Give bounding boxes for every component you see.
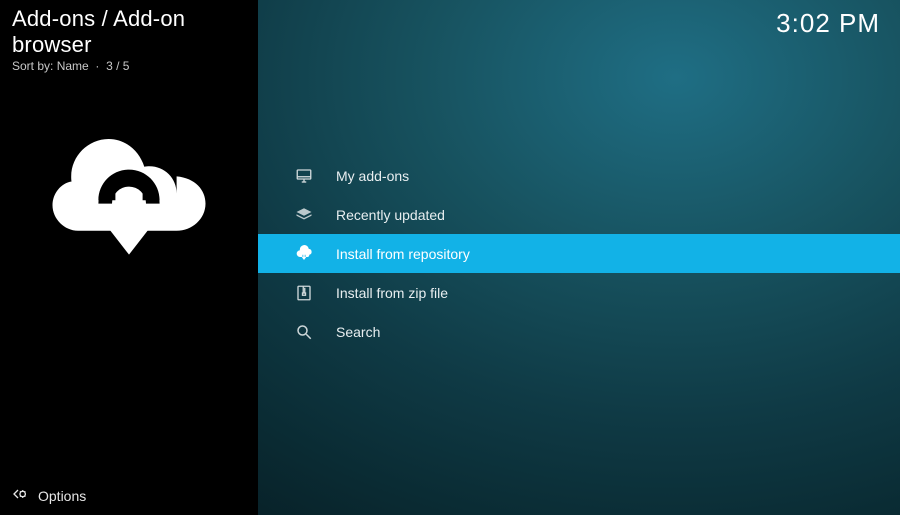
list-position: 3 / 5 xyxy=(106,59,129,73)
breadcrumb: Add-ons / Add-on browser xyxy=(0,0,258,58)
sidebar: Add-ons / Add-on browser Sort by: Name ·… xyxy=(0,0,258,515)
cloud-download-icon xyxy=(44,262,214,279)
menu-item-install-from-zip[interactable]: Install from zip file xyxy=(258,273,900,312)
search-icon xyxy=(294,322,314,342)
menu-item-label: Install from zip file xyxy=(336,285,448,301)
options-icon xyxy=(12,486,28,505)
menu-item-label: Search xyxy=(336,324,380,340)
monitor-icon xyxy=(294,166,314,186)
menu-item-search[interactable]: Search xyxy=(258,312,900,351)
menu-item-my-addons[interactable]: My add-ons xyxy=(258,156,900,195)
menu-list: My add-ons Recently updated Install from… xyxy=(258,156,900,351)
menu-item-label: Recently updated xyxy=(336,207,445,223)
menu-item-recently-updated[interactable]: Recently updated xyxy=(258,195,900,234)
sort-value: Name xyxy=(57,59,89,73)
main-panel: 3:02 PM My add-ons Recently updated xyxy=(258,0,900,515)
category-hero xyxy=(0,105,258,280)
zip-file-icon xyxy=(294,283,314,303)
cloud-download-icon xyxy=(294,244,314,264)
menu-item-label: Install from repository xyxy=(336,246,470,262)
menu-item-label: My add-ons xyxy=(336,168,409,184)
box-open-icon xyxy=(294,205,314,225)
options-label: Options xyxy=(38,488,86,504)
sort-label: Sort by: xyxy=(12,59,53,73)
clock: 3:02 PM xyxy=(776,8,880,39)
sort-status: Sort by: Name · 3 / 5 xyxy=(0,58,258,73)
options-button[interactable]: Options xyxy=(12,486,86,505)
menu-item-install-from-repository[interactable]: Install from repository xyxy=(258,234,900,273)
